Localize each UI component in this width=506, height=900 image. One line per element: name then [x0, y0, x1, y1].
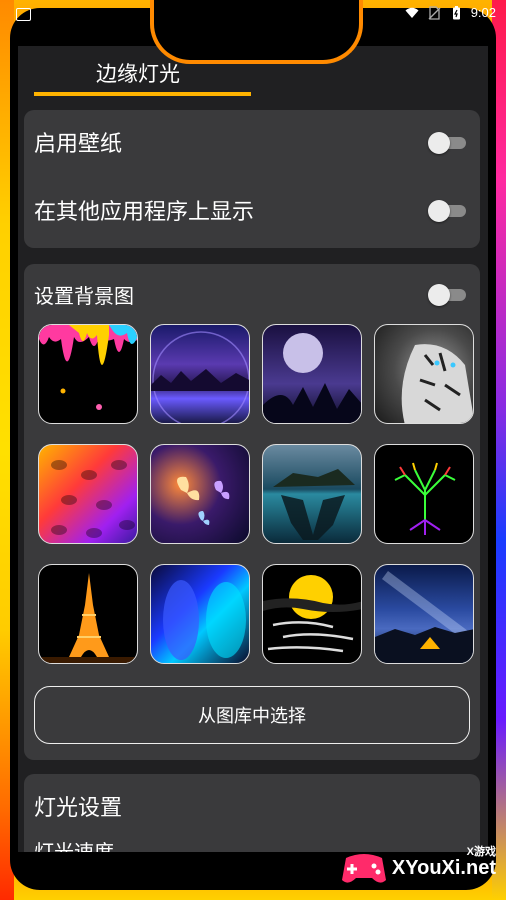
thumb-floating-island[interactable]: [262, 444, 362, 544]
thumb-neon-tree[interactable]: [374, 444, 474, 544]
light-settings-card: 灯光设置 灯光速度: [24, 774, 480, 852]
thumb-eiffel-tower-night[interactable]: [38, 564, 138, 664]
thumb-milky-way-tent[interactable]: [374, 564, 474, 664]
battery-icon: [452, 5, 460, 19]
thumb-blue-abstract-waves[interactable]: [150, 564, 250, 664]
tab-indicator: [34, 92, 251, 96]
watermark: X游戏 XYouXi.net: [340, 846, 496, 888]
wifi-icon: [405, 7, 419, 18]
watermark-text: X游戏 XYouXi.net: [391, 846, 496, 880]
gallery-notification-icon: [16, 8, 31, 21]
toggle-card: 启用壁纸 在其他应用程序上显示: [24, 110, 480, 248]
tab-edge-lighting[interactable]: 边缘灯光: [96, 58, 180, 88]
background-toggle[interactable]: [428, 284, 466, 306]
light-speed-label: 灯光速度: [34, 840, 114, 852]
watermark-small: X游戏: [466, 845, 496, 858]
status-time: 9:02: [470, 5, 496, 20]
thumb-colorful-leaves[interactable]: [38, 444, 138, 544]
thumb-purple-night-lake[interactable]: [150, 324, 250, 424]
thumb-glowing-butterflies[interactable]: [150, 444, 250, 544]
overlay-label: 在其他应用程序上显示: [34, 200, 255, 225]
wallpaper-label: 启用壁纸: [34, 132, 123, 157]
thumb-sunset-clouds[interactable]: [262, 564, 362, 664]
app-screen: 边缘灯光 启用壁纸 在其他应用程序上显示 设置背景图 从图库中选择 灯光设置 灯…: [18, 46, 488, 852]
background-label: 设置背景图: [34, 283, 134, 308]
light-settings-title: 灯光设置: [34, 796, 123, 821]
overlay-toggle[interactable]: [428, 200, 466, 222]
thumb-moon-over-trees[interactable]: [262, 324, 362, 424]
wallpaper-grid: [38, 324, 474, 664]
status-bar: 9:02: [0, 0, 506, 30]
no-sim-icon: [428, 5, 441, 20]
pick-from-gallery-button[interactable]: 从图库中选择: [34, 686, 470, 744]
background-card: 设置背景图 从图库中选择: [24, 264, 480, 760]
thumb-white-tiger[interactable]: [374, 324, 474, 424]
gamepad-logo-icon: [340, 848, 388, 888]
background-row[interactable]: 设置背景图: [34, 274, 466, 314]
overlay-row[interactable]: 在其他应用程序上显示: [34, 190, 466, 230]
wallpaper-toggle[interactable]: [428, 132, 466, 154]
watermark-site: XYouXi.net: [391, 856, 496, 879]
thumb-paint-drips[interactable]: [38, 324, 138, 424]
wallpaper-row[interactable]: 启用壁纸: [34, 122, 466, 162]
